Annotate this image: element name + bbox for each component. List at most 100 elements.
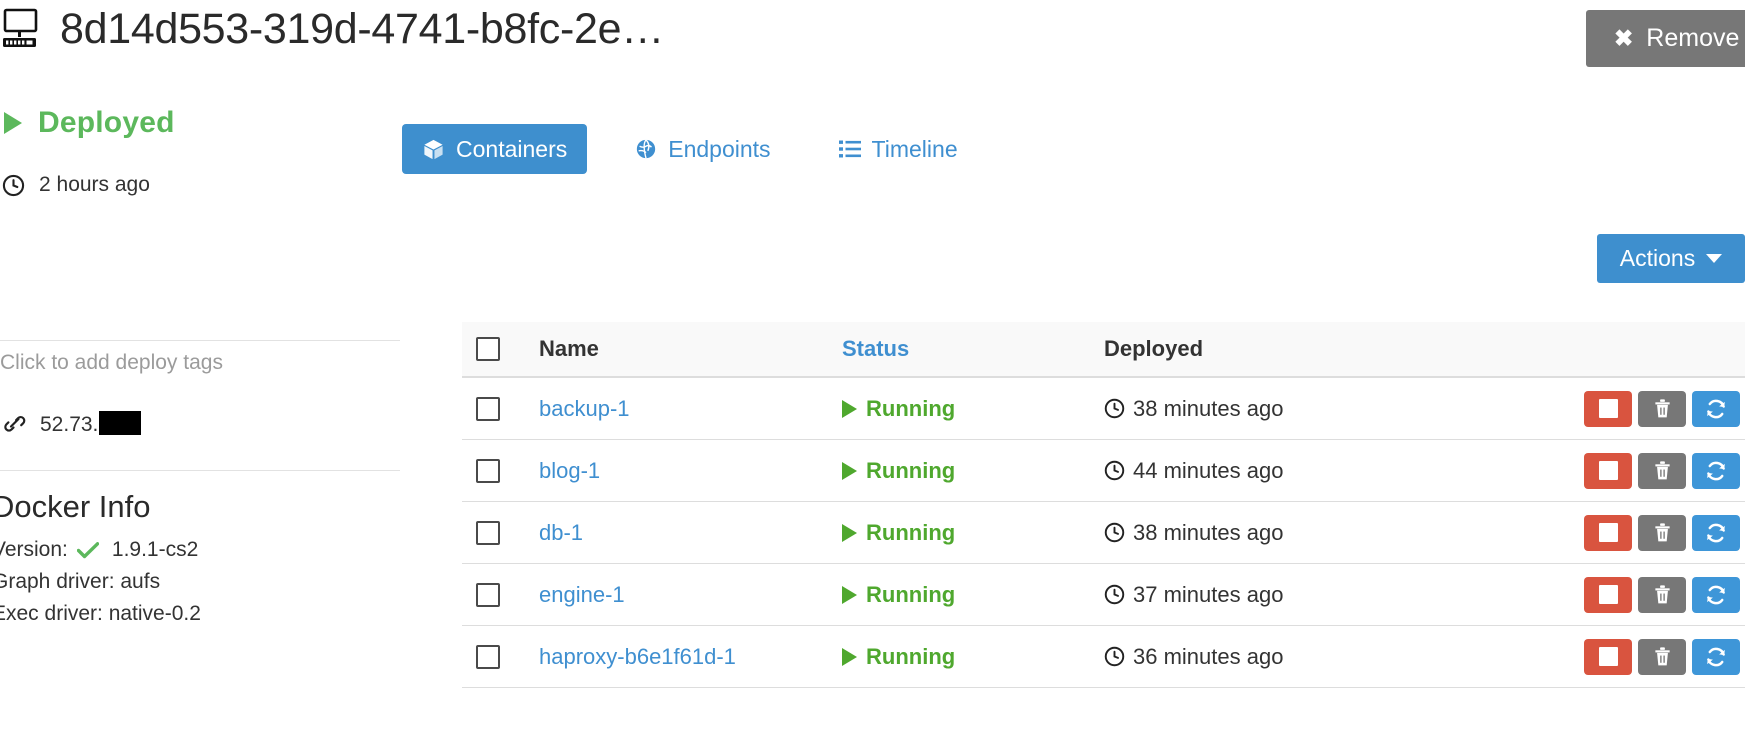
deployment-status: Deployed (0, 95, 402, 151)
clock-icon (1104, 646, 1125, 667)
tab-containers-label: Containers (456, 135, 568, 162)
running-triangle-icon (842, 523, 857, 542)
header-cell-name[interactable]: Name (514, 336, 842, 362)
container-name-link[interactable]: haproxy-b6e1f61d-1 (539, 644, 736, 669)
docker-info-section: Docker Info Version: 1.9.1-cs2 Graph dri… (0, 487, 201, 630)
running-triangle-icon (842, 647, 857, 666)
cell-deployed: 38 minutes ago (1104, 396, 1554, 422)
app-root: 8d14d553-319d-4741-b8fc-2e… ✖ Remove Dep… (0, 0, 1745, 737)
deploy-tags-input[interactable]: Click to add deploy tags (0, 351, 223, 375)
row-select-cell (462, 520, 514, 545)
container-name-link[interactable]: db-1 (539, 520, 583, 545)
stop-container-button[interactable] (1584, 514, 1632, 551)
restart-container-button[interactable] (1692, 638, 1740, 675)
cell-status: Running (842, 582, 1104, 608)
docker-exec-driver: Exec driver: native-0.2 (0, 602, 201, 625)
stop-square-icon (1598, 647, 1618, 666)
table-row[interactable]: engine-1 Running 37 minutes ago (462, 564, 1745, 626)
restart-container-button[interactable] (1692, 390, 1740, 427)
tab-timeline[interactable]: Timeline (819, 124, 978, 174)
chevron-down-icon (1706, 254, 1723, 263)
table-row[interactable]: db-1 Running 38 minutes ago (462, 502, 1745, 564)
table-row[interactable]: backup-1 Running 38 minutes ago (462, 378, 1745, 440)
header-cell-status[interactable]: Status (842, 336, 1104, 362)
cell-row-actions (1554, 390, 1745, 427)
docker-version-label: Version: (0, 538, 68, 561)
tab-endpoints[interactable]: Endpoints (615, 124, 790, 174)
cell-name: db-1 (514, 520, 842, 546)
container-status-label: Running (866, 457, 956, 483)
delete-container-button[interactable] (1638, 390, 1686, 427)
cell-row-actions (1554, 514, 1745, 551)
restart-container-button[interactable] (1692, 576, 1740, 613)
tab-endpoints-label: Endpoints (668, 135, 771, 162)
deployment-time: 2 hours ago (0, 163, 402, 207)
tab-timeline-label: Timeline (871, 135, 958, 162)
cell-row-actions (1554, 576, 1745, 613)
row-checkbox[interactable] (476, 520, 500, 545)
refresh-icon (1705, 646, 1727, 668)
cell-name: engine-1 (514, 582, 842, 608)
globe-icon (635, 138, 657, 160)
actions-dropdown-button[interactable]: Actions (1597, 234, 1745, 283)
cell-status: Running (842, 458, 1104, 484)
delete-container-button[interactable] (1638, 576, 1686, 613)
table-header-row: Name Status Deployed (462, 322, 1745, 378)
container-name-link[interactable]: engine-1 (539, 582, 625, 607)
trash-icon (1653, 522, 1672, 543)
restart-container-button[interactable] (1692, 514, 1740, 551)
clock-icon (0, 174, 25, 197)
trash-icon (1653, 398, 1672, 419)
trash-icon (1653, 584, 1672, 605)
actions-button-label: Actions (1619, 245, 1696, 271)
running-triangle-icon (842, 461, 857, 480)
row-checkbox[interactable] (476, 582, 500, 607)
restart-container-button[interactable] (1692, 452, 1740, 489)
header-label-status: Status (842, 336, 910, 361)
stop-container-button[interactable] (1584, 576, 1632, 613)
container-deployed-label: 38 minutes ago (1133, 519, 1284, 545)
deployment-ip: 52.73. (0, 411, 142, 437)
header-title-group: 8d14d553-319d-4741-b8fc-2e… (0, 4, 664, 54)
cell-deployed: 36 minutes ago (1104, 644, 1554, 670)
delete-container-button[interactable] (1638, 514, 1686, 551)
cell-deployed: 38 minutes ago (1104, 520, 1554, 546)
row-checkbox[interactable] (476, 396, 500, 421)
delete-container-button[interactable] (1638, 452, 1686, 489)
remove-button[interactable]: ✖ Remove (1586, 10, 1745, 67)
row-checkbox[interactable] (476, 644, 500, 669)
table-row[interactable]: blog-1 Running 44 minutes ago (462, 440, 1745, 502)
deployment-sidebar: Deployed 2 hours ago Click to add deploy… (0, 95, 402, 625)
refresh-icon (1705, 584, 1727, 606)
container-name-link[interactable]: backup-1 (539, 396, 630, 421)
header-cell-deployed[interactable]: Deployed (1104, 336, 1554, 362)
table-row[interactable]: haproxy-b6e1f61d-1 Running 36 minutes ag… (462, 626, 1745, 688)
stop-container-button[interactable] (1584, 390, 1632, 427)
page-header: 8d14d553-319d-4741-b8fc-2e… ✖ Remove (0, 0, 1745, 80)
refresh-icon (1705, 522, 1727, 544)
redacted-block (99, 411, 142, 435)
cell-status: Running (842, 396, 1104, 422)
remove-button-label: Remove (1646, 24, 1740, 52)
cell-name: backup-1 (514, 396, 842, 422)
select-all-checkbox[interactable] (476, 337, 500, 361)
tab-containers[interactable]: Containers (402, 124, 588, 174)
clock-icon (1104, 460, 1125, 481)
row-checkbox[interactable] (476, 458, 500, 483)
docker-info-title: Docker Info (0, 489, 151, 524)
select-all-cell (462, 337, 514, 361)
stop-square-icon (1598, 523, 1618, 542)
stop-container-button[interactable] (1584, 638, 1632, 675)
container-status-label: Running (866, 581, 956, 607)
deployment-ip-value: 52.73. (40, 411, 142, 437)
delete-container-button[interactable] (1638, 638, 1686, 675)
cell-name: haproxy-b6e1f61d-1 (514, 644, 842, 670)
list-icon (838, 139, 861, 159)
stop-container-button[interactable] (1584, 452, 1632, 489)
row-select-cell (462, 644, 514, 669)
cell-status: Running (842, 520, 1104, 546)
clock-icon (1104, 522, 1125, 543)
clock-icon (1104, 584, 1125, 605)
container-name-link[interactable]: blog-1 (539, 458, 600, 483)
refresh-icon (1705, 398, 1727, 420)
